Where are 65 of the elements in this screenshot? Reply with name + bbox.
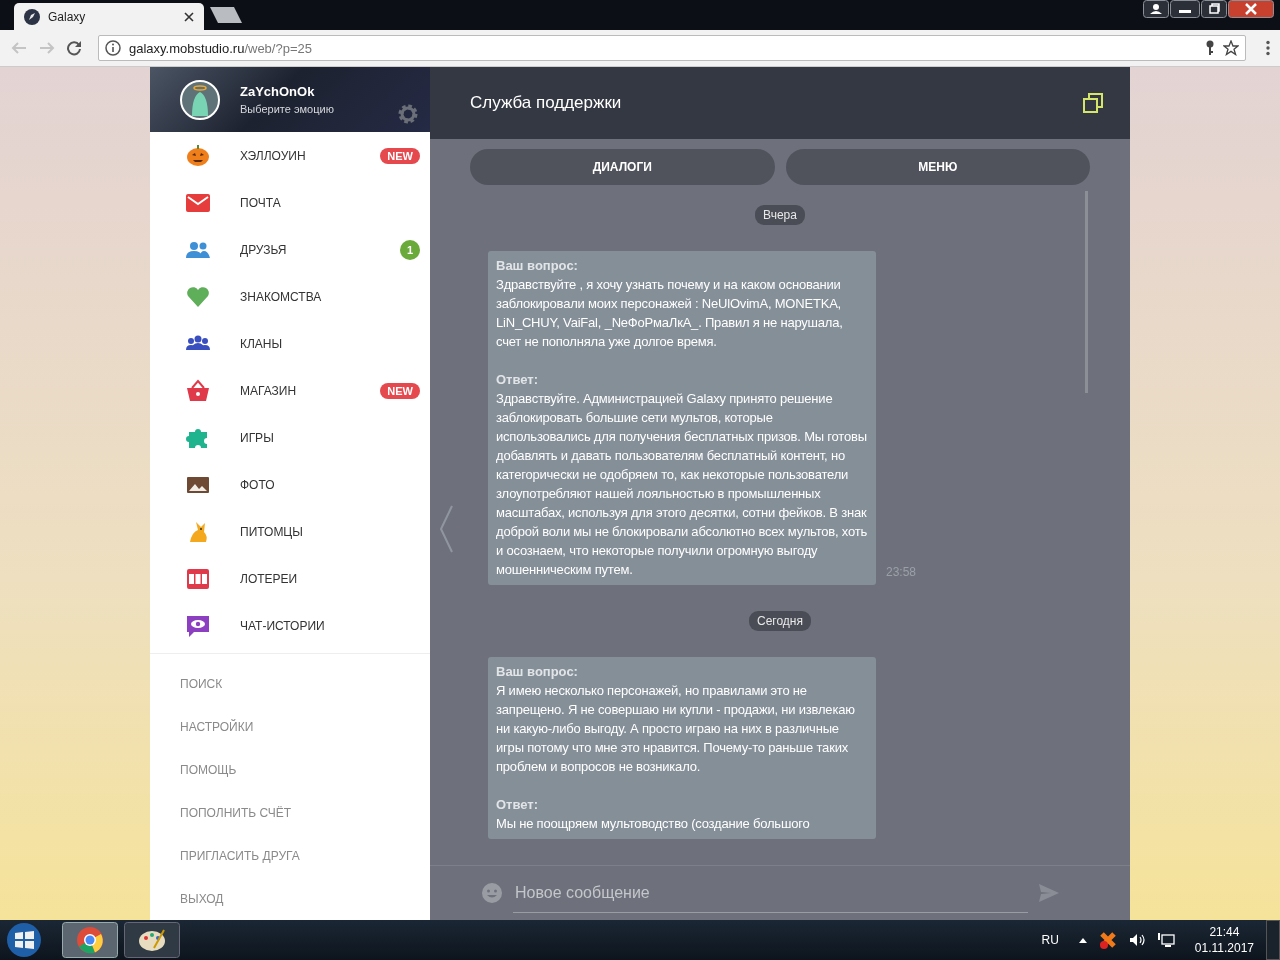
new-badge: NEW — [380, 382, 420, 399]
menu-item[interactable]: ЗНАКОМСТВА — [150, 273, 430, 320]
question-label: Ваш вопрос: — [496, 257, 579, 275]
question-text: Я имею несколько персонажей, но правилами это не запрещено. Я не совершаю ни купли - продажи, ни извлекаю ни какую-либо выгоду. А просто играю на них в различные игры потому что мне это нравится. Почему-то раньше таких проблем и вопросов не возникало. — [496, 682, 856, 776]
count-badge: 1 — [400, 239, 420, 260]
key-icon[interactable] — [1205, 40, 1215, 56]
menu-icon[interactable] — [1266, 40, 1270, 56]
menu-link[interactable]: ПРИГЛАСИТЬ ДРУГА — [150, 834, 430, 877]
paint-palette-icon[interactable] — [124, 922, 180, 958]
date-chip: Сегодня — [749, 611, 811, 631]
nav-button[interactable]: ДИАЛОГИ — [470, 149, 775, 185]
star-icon[interactable] — [1223, 40, 1239, 56]
menu-item[interactable]: ПИТОМЦЫ — [150, 508, 430, 555]
new-tab-button[interactable] — [208, 6, 244, 24]
menu-item[interactable]: КЛАНЫ — [150, 320, 430, 367]
menu-item[interactable]: ПОЧТА — [150, 179, 430, 226]
antivirus-icon[interactable] — [1098, 931, 1117, 949]
emotion-link[interactable]: Выберите эмоцию — [240, 103, 334, 115]
avatar-icon[interactable] — [180, 79, 220, 120]
question-label: Ваш вопрос: — [496, 663, 579, 681]
message-field[interactable]: Новое сообщение — [513, 873, 1028, 913]
new-badge: NEW — [380, 147, 420, 164]
menu-link[interactable]: ПОИСК — [150, 662, 430, 705]
clock[interactable]: 21:44 01.11.2017 — [1194, 924, 1254, 956]
nav-button[interactable]: МЕНЮ — [785, 149, 1090, 185]
menu-link[interactable]: ПОПОЛНИТЬ СЧЁТ — [150, 791, 430, 834]
menu-item[interactable]: ИГРЫ — [150, 414, 430, 461]
answer-text: Здравствуйте. Администрацией Galaxy принято решение заблокировать большие сети мультов, которые использовались для получения бесплатных призов. Мы готовы добавлять и давать пользователям бесплатный контент, но категорически не одобряем то, как некоторые пользователи злоупотребляют нашей лояльностью в промышленных масштабах, используя для этого десятки, сотни фейков. В знак доброй воли мы не блокировали абсолютно всех мультов, хоть и осознаем, что некоторые получили огромную выгоду мошенническим путем. — [496, 390, 868, 579]
basket-icon — [186, 378, 210, 403]
caret-up-icon[interactable] — [1078, 937, 1087, 943]
settings-icon[interactable] — [396, 102, 420, 126]
answer-label: Ответ: — [496, 371, 540, 389]
pumpkin-icon — [186, 143, 210, 168]
menu-item[interactable]: ФОТО — [150, 461, 430, 508]
browser-taskbar-icon[interactable] — [62, 922, 118, 958]
address-bar[interactable]: galaxy.mobstudio.ru/web/?p=25 — [98, 35, 1246, 61]
user-name: ZaYchOnOk — [240, 84, 316, 99]
menu-item[interactable]: МАГАЗИН NEW — [150, 367, 430, 414]
menu-item[interactable]: ХЭЛЛОУИН NEW — [150, 132, 430, 179]
language-indicator[interactable]: RU — [1041, 933, 1059, 947]
network-icon[interactable] — [1156, 932, 1175, 948]
heart-icon — [186, 284, 210, 309]
date-chip: Вчера — [755, 205, 805, 225]
restore-icon[interactable] — [1201, 0, 1227, 18]
question-text: Здравствуйте , я хочу узнать почему и на каком основании заблокировали моих персонажей : NeUlOvimA, MONETKA, LiN_CHUY, VaiFal, _NeФоРмаЛкА_. Правил я не нарушала, счет не пополняла уже долгое время. — [496, 276, 844, 351]
menu-link[interactable]: НАСТРОЙКИ — [150, 705, 430, 748]
reload-icon[interactable] — [66, 40, 82, 56]
answer-label: Ответ: — [496, 796, 540, 814]
menu-item[interactable]: ДРУЗЬЯ 1 — [150, 226, 430, 273]
eye-icon — [186, 613, 210, 638]
copy-icon[interactable] — [1082, 92, 1104, 114]
browser-tab[interactable]: Galaxy — [14, 3, 204, 30]
minimize-icon[interactable] — [1170, 0, 1200, 18]
answer-text: Мы не поощряем мультоводство (создание большого — [496, 815, 811, 833]
speaker-icon[interactable] — [1128, 933, 1145, 947]
chat-title: Служба поддержки — [470, 93, 622, 113]
start-button[interactable] — [4, 921, 44, 959]
close-icon — [184, 11, 194, 22]
info-icon — [105, 40, 121, 56]
close-icon[interactable] — [1228, 0, 1274, 18]
slot-machine-icon — [186, 566, 210, 591]
menu-item[interactable]: ЧАТ-ИСТОРИИ — [150, 602, 430, 649]
menu-item[interactable]: ЛОТЕРЕИ — [150, 555, 430, 602]
user-icon[interactable] — [1143, 0, 1169, 18]
url-text: galaxy.mobstudio.ru/web/?p=25 — [129, 40, 313, 56]
